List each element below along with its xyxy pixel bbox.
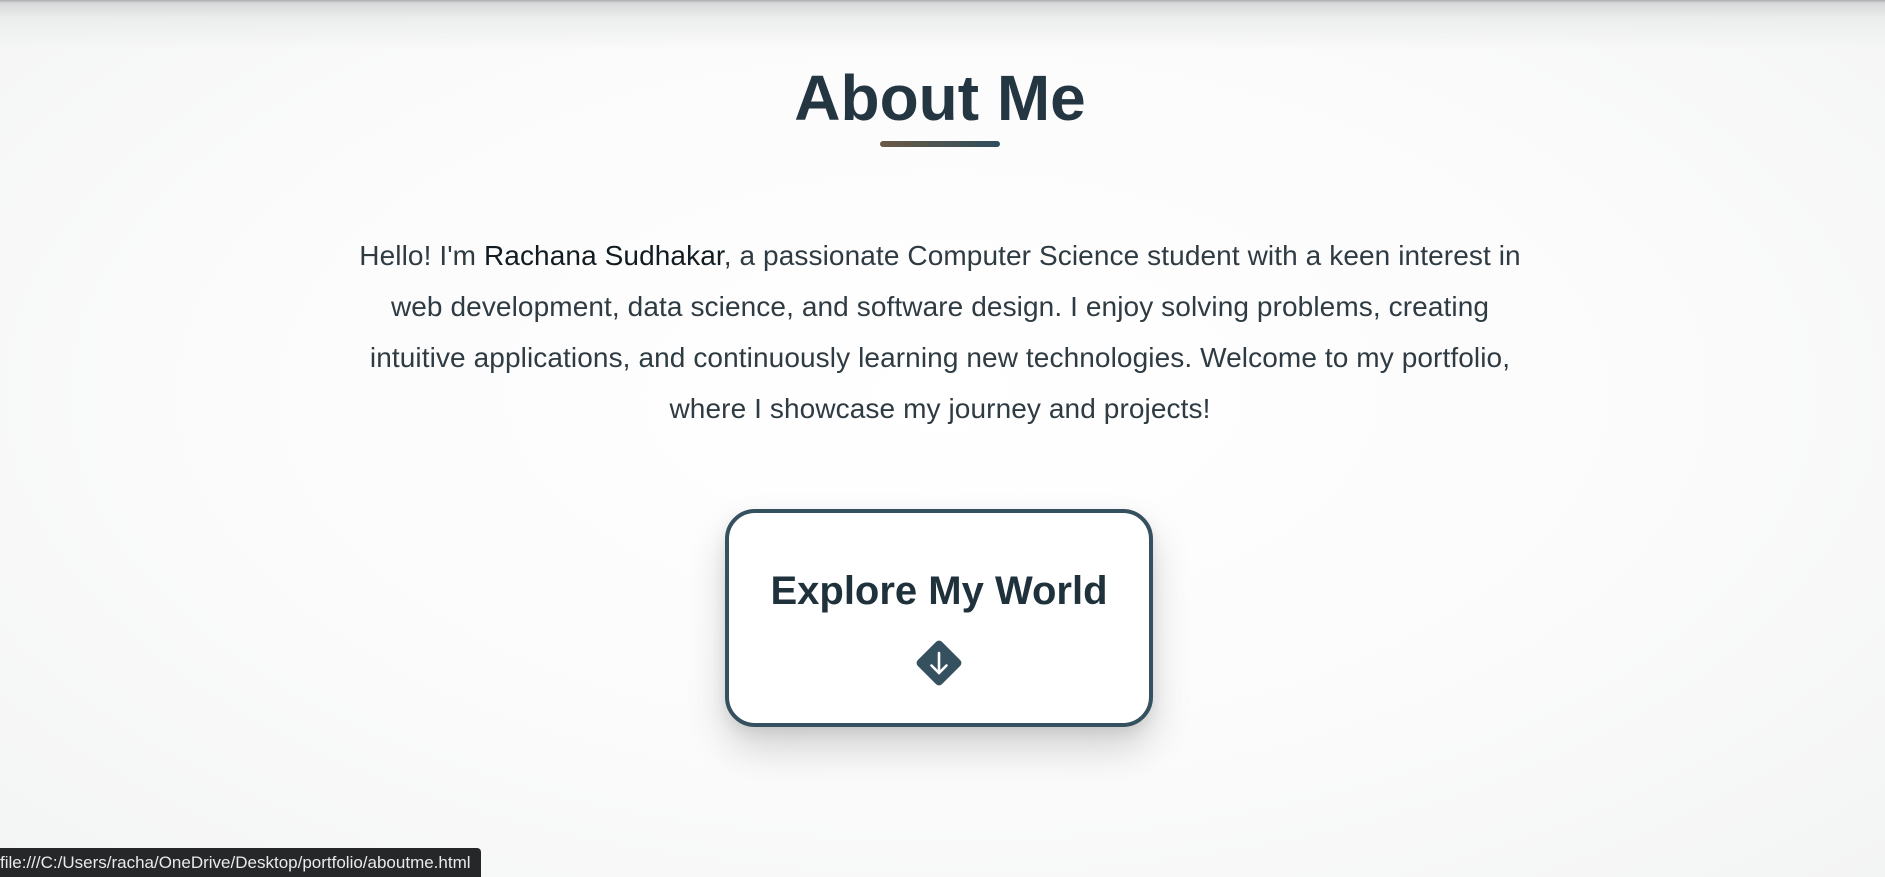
- explore-button-label: Explore My World: [770, 569, 1108, 613]
- intro-name: Rachana Sudhakar: [483, 240, 724, 271]
- intro-paragraph: Hello! I'm Rachana Sudhakar, a passionat…: [350, 230, 1530, 434]
- explore-button[interactable]: Explore My World: [725, 509, 1153, 727]
- browser-top-shadow: [0, 0, 1885, 50]
- page-title: About Me: [794, 62, 1086, 134]
- title-underline: [880, 141, 1000, 147]
- arrow-down-diamond-icon: [916, 640, 962, 686]
- intro-prefix: Hello! I'm: [359, 240, 484, 271]
- browser-status-url: file:///C:/Users/racha/OneDrive/Desktop/…: [0, 848, 481, 877]
